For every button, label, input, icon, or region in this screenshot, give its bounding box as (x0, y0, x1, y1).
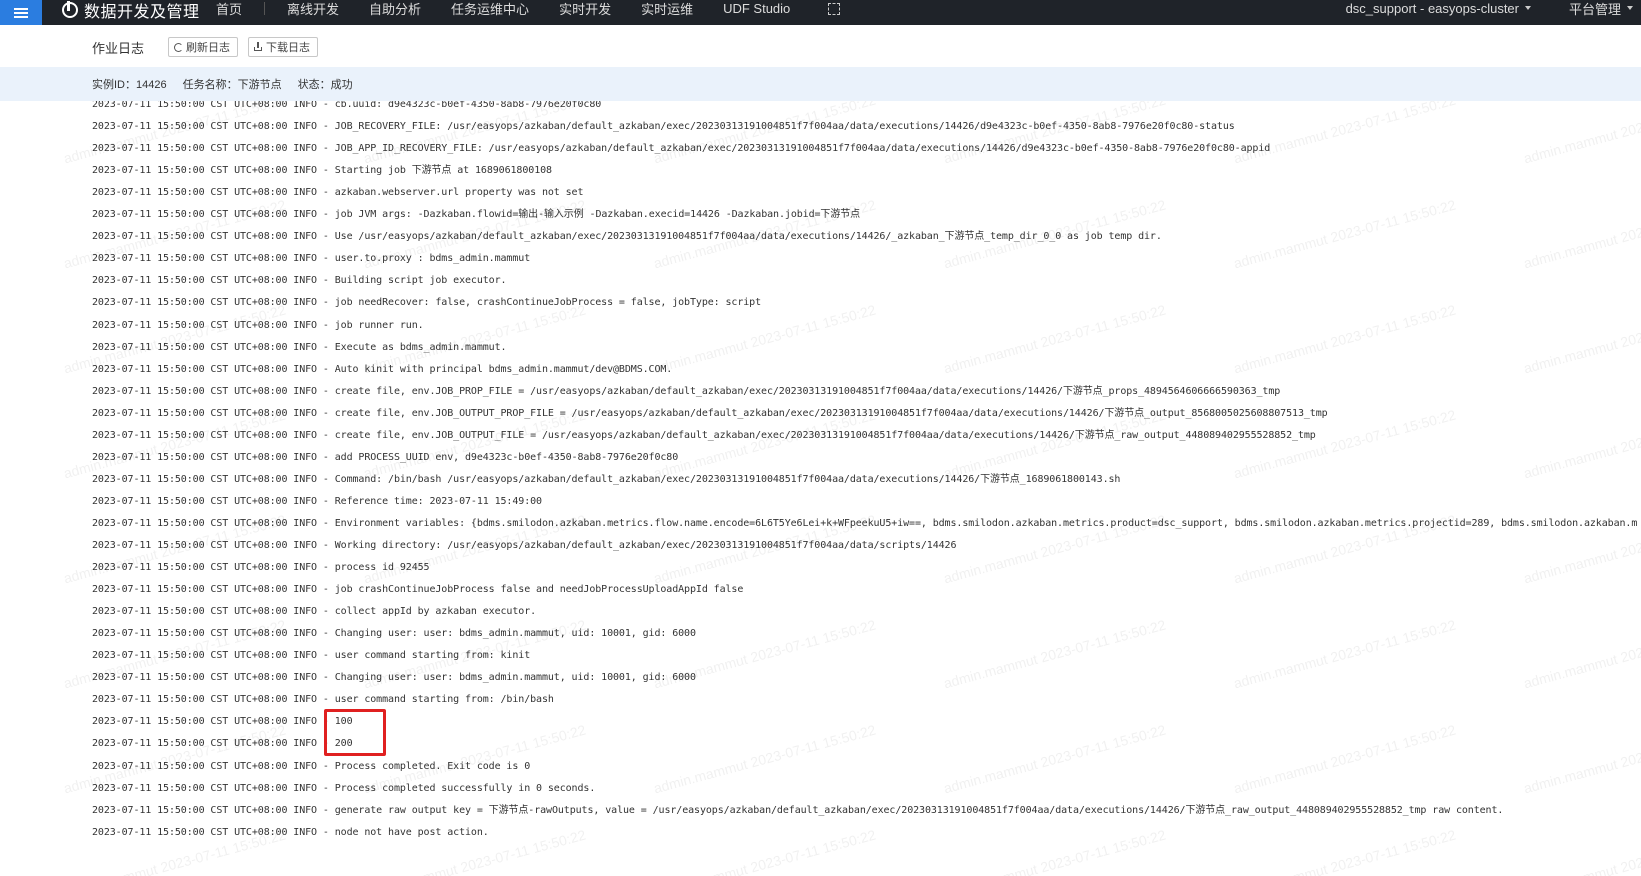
log-line: 2023-07-11 15:50:00 CST UTC+08:00 INFO -… (92, 628, 696, 640)
watermark-text: admin.mammut 2023-07-11 15:50:22 (941, 826, 1168, 876)
watermark-text: admin.mammut 2023-07-11 15:50:22 (651, 721, 878, 797)
refresh-log-label: 刷新日志 (186, 42, 230, 54)
log-line: 2023-07-11 15:50:00 CST UTC+08:00 INFO -… (92, 738, 353, 750)
brand[interactable]: 数据开发及管理 (62, 0, 200, 21)
log-line: 2023-07-11 15:50:00 CST UTC+08:00 INFO -… (92, 253, 531, 265)
refresh-icon (174, 42, 183, 52)
watermark-text: admin.mammut 2023-07-11 15:50:22 (941, 301, 1168, 377)
watermark-text: admin.mammut 2023-07-11 15:50:22 (651, 826, 878, 876)
page-header: 作业日志 刷新日志 下载日志 (0, 25, 1641, 67)
log-content[interactable]: admin.mammut 2023-07-11 15:50:22 admin.ma… (0, 101, 1641, 876)
log-line: 2023-07-11 15:50:00 CST UTC+08:00 INFO -… (92, 165, 552, 177)
log-line: 2023-07-11 15:50:00 CST UTC+08:00 INFO -… (92, 562, 430, 574)
log-line: 2023-07-11 15:50:00 CST UTC+08:00 INFO -… (92, 716, 353, 728)
log-line: 2023-07-11 15:50:00 CST UTC+08:00 INFO -… (92, 429, 1316, 441)
nav-item-udf-studio[interactable]: UDF Studio (723, 1, 790, 16)
log-line: 2023-07-11 15:50:00 CST UTC+08:00 INFO -… (92, 782, 596, 794)
log-line: 2023-07-11 15:50:00 CST UTC+08:00 INFO -… (92, 341, 507, 353)
user-menu[interactable]: dsc_support - easyops-cluster (1346, 0, 1531, 16)
watermark-text: admin.mammut 2023-07-11 15:50:22 (1231, 301, 1458, 377)
log-line: 2023-07-11 15:50:00 CST UTC+08:00 INFO -… (92, 451, 679, 463)
nav-item-realtime-dev[interactable]: 实时开发 (559, 0, 611, 18)
watermark-text: admin.mammut 2023-07-11 15:50:22 (1522, 827, 1641, 876)
menu-icon[interactable] (0, 0, 42, 25)
log-line: 2023-07-11 15:50:00 CST UTC+08:00 INFO -… (92, 804, 1504, 816)
watermark-text: admin.mammut 2023-07-11 15:50:22 (1521, 101, 1641, 167)
watermark-text: admin.mammut 2023-07-11 15:50:22 (941, 616, 1168, 692)
top-nav-bar: 数据开发及管理 首页 离线开发 自助分析 任务运维中心 实时开发 实时运维 UD… (0, 0, 1641, 25)
log-line: 2023-07-11 15:50:00 CST UTC+08:00 INFO -… (92, 275, 507, 287)
watermark-text: admin.mammut 2023-07-11 15:50:22 (1521, 302, 1641, 377)
watermark-text: admin.mammut 2023-07-11 15:50:22 (1521, 722, 1641, 797)
page-title: 作业日志 (92, 41, 145, 56)
nav-item-home[interactable]: 首页 (216, 0, 242, 18)
log-line: 2023-07-11 15:50:00 CST UTC+08:00 INFO -… (92, 517, 1638, 529)
watermark-text: admin.mammut 2023-07-11 15:50:22 (1231, 616, 1458, 692)
log-line: 2023-07-11 15:50:00 CST UTC+08:00 INFO -… (92, 407, 1328, 419)
brand-title: 数据开发及管理 (84, 4, 200, 21)
watermark-text: admin.mammut 2023-07-11 15:50:22 (651, 301, 878, 377)
download-icon (254, 42, 263, 52)
nav-item-realtime-ops[interactable]: 实时运维 (641, 0, 693, 18)
task-name: 任务名称：下游节点 (182, 79, 282, 91)
download-log-button[interactable]: 下载日志 (248, 37, 318, 57)
log-line: 2023-07-11 15:50:00 CST UTC+08:00 INFO -… (92, 650, 531, 662)
job-info-bar: 实例ID：14426 任务名称：下游节点 状态：成功 (0, 67, 1641, 101)
watermark-text: admin.mammut 2023-07-11 15:50:22 (1521, 197, 1641, 272)
log-line: 2023-07-11 15:50:00 CST UTC+08:00 INFO -… (92, 672, 696, 684)
watermark-text: admin.mammut 2023-07-11 15:50:22 (1231, 721, 1458, 797)
log-line: 2023-07-11 15:50:00 CST UTC+08:00 INFO -… (92, 231, 1162, 243)
log-line: 2023-07-11 15:50:00 CST UTC+08:00 INFO -… (92, 121, 1235, 133)
nav-item-task-ops[interactable]: 任务运维中心 (451, 0, 529, 18)
nav-item-self-analysis[interactable]: 自助分析 (369, 0, 421, 18)
instance-id: 实例ID：14426 (92, 79, 167, 91)
log-line: 2023-07-11 15:50:00 CST UTC+08:00 INFO -… (92, 385, 1281, 397)
watermark-text: admin.mammut 2023-07-11 15:50:22 (1521, 617, 1641, 692)
fullscreen-icon[interactable] (828, 3, 841, 15)
log-line: 2023-07-11 15:50:00 CST UTC+08:00 INFO -… (92, 694, 554, 706)
log-line: 2023-07-11 15:50:00 CST UTC+08:00 INFO -… (92, 101, 602, 110)
log-line: 2023-07-11 15:50:00 CST UTC+08:00 INFO -… (92, 209, 861, 221)
log-line: 2023-07-11 15:50:00 CST UTC+08:00 INFO -… (92, 495, 542, 507)
watermark-text: admin.mammut 2023-07-11 15:50:22 (1231, 196, 1458, 272)
download-log-label: 下载日志 (266, 42, 310, 54)
user-label: dsc_support - easyops-cluster (1345, 0, 1519, 16)
task-status: 状态：成功 (297, 79, 353, 91)
nav-item-offline-dev[interactable]: 离线开发 (287, 0, 339, 18)
log-line: 2023-07-11 15:50:00 CST UTC+08:00 INFO -… (92, 297, 762, 309)
main-nav: 首页 离线开发 自助分析 任务运维中心 实时开发 实时运维 UDF Studio (216, 0, 841, 18)
platform-label: 平台管理 (1568, 1, 1621, 17)
refresh-log-button[interactable]: 刷新日志 (168, 37, 238, 57)
log-line: 2023-07-11 15:50:00 CST UTC+08:00 INFO -… (92, 760, 531, 772)
log-line: 2023-07-11 15:50:00 CST UTC+08:00 INFO -… (92, 187, 584, 199)
log-line: 2023-07-11 15:50:00 CST UTC+08:00 INFO -… (92, 826, 489, 838)
watermark-text: admin.mammut 2023-07-11 15:50:22 (1231, 101, 1458, 167)
chevron-down-icon (1525, 6, 1531, 10)
nav-divider (264, 1, 266, 15)
log-line: 2023-07-11 15:50:00 CST UTC+08:00 INFO -… (92, 319, 424, 331)
log-line: 2023-07-11 15:50:00 CST UTC+08:00 INFO -… (92, 363, 673, 375)
watermark-text: admin.mammut 2023-07-11 15:50:22 (1521, 407, 1641, 482)
log-line: 2023-07-11 15:50:00 CST UTC+08:00 INFO -… (92, 606, 537, 618)
watermark-text: admin.mammut 2023-07-11 15:50:22 (1231, 826, 1458, 876)
log-line: 2023-07-11 15:50:00 CST UTC+08:00 INFO -… (92, 143, 1271, 155)
platform-menu[interactable]: 平台管理 (1568, 0, 1633, 17)
log-line: 2023-07-11 15:50:00 CST UTC+08:00 INFO -… (92, 540, 957, 551)
log-line: 2023-07-11 15:50:00 CST UTC+08:00 INFO -… (92, 473, 1121, 485)
log-line: 2023-07-11 15:50:00 CST UTC+08:00 INFO -… (92, 584, 744, 596)
watermark-text: admin.mammut 2023-07-11 15:50:22 (941, 721, 1168, 797)
brand-logo-icon (62, 1, 78, 18)
chevron-down-icon (1627, 6, 1633, 10)
